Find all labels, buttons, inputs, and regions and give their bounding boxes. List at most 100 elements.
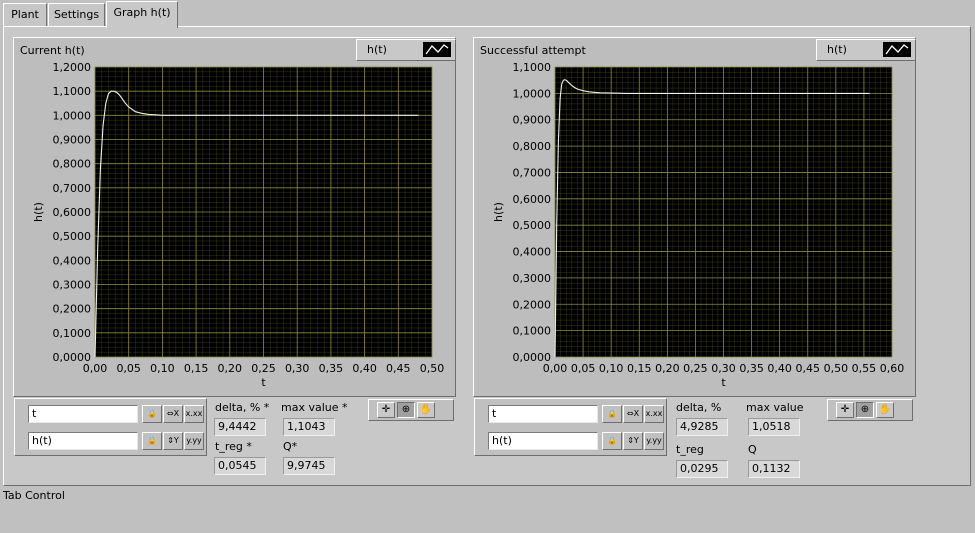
y-tick-label: 0,0000 <box>513 351 552 364</box>
y-tick-label: 0,2000 <box>513 298 552 311</box>
lock-x-icon[interactable]: 🔒 <box>602 405 622 423</box>
autoscale-x-icon[interactable]: ⇔X <box>163 405 183 423</box>
pan-hand-icon[interactable]: ✋ <box>876 402 894 418</box>
x-tick-label: 0,35 <box>319 362 344 375</box>
y-tick-label: 0,5000 <box>53 230 92 243</box>
y-tick-label: 0,1000 <box>53 327 92 340</box>
x-tick-label: 0,25 <box>683 362 708 375</box>
y-axis-label: h(t) <box>492 202 505 222</box>
x-tick-label: 0,35 <box>739 362 764 375</box>
y-tick-label: 0,4000 <box>513 246 552 259</box>
autoscale-y-icon[interactable]: ⇕Y <box>163 432 183 450</box>
t-reg-value: 0,0545 <box>214 457 266 475</box>
delta-label: delta, % <box>676 401 722 414</box>
graph-successful: Successful attempt h(t) 0,00 0,05 0,10 0,15… <box>473 37 916 397</box>
q-label: Q <box>748 443 757 456</box>
max-value-label: max value <box>746 401 804 414</box>
y-tick-label: 0,7000 <box>53 182 92 195</box>
y-tick-label: 0,3000 <box>53 279 92 292</box>
x-tick-label: 0,30 <box>711 362 736 375</box>
x-tick-label: 0,20 <box>218 362 243 375</box>
lock-y-icon[interactable]: 🔒 <box>602 432 622 450</box>
max-value-label: max value * <box>281 401 348 414</box>
x-tick-label: 0,05 <box>571 362 596 375</box>
x-axis-label: t <box>261 376 266 389</box>
cursor-move-icon[interactable]: ✛ <box>377 402 395 418</box>
y-tick-label: 0,5000 <box>513 219 552 232</box>
x-tick-label: 0,50 <box>824 362 849 375</box>
max-value: 1,0518 <box>748 418 800 436</box>
chart-current[interactable]: 0,00 0,05 0,10 0,15 0,20 0,25 0,30 0,35 0,40 0,45… <box>14 60 455 396</box>
legend-label: h(t) <box>367 43 387 56</box>
graph-successful-legend[interactable]: h(t) <box>816 39 916 61</box>
x-tick-label: 0,55 <box>852 362 877 375</box>
graph-current: Current h(t) h(t) 0,00 0,05 0,10 0,15 0,20 0,… <box>13 37 456 397</box>
graph-current-legend[interactable]: h(t) <box>356 39 456 61</box>
y-tick-label: 1,1000 <box>513 61 552 74</box>
y-tick-label: 0,6000 <box>53 206 92 219</box>
format-x-icon[interactable]: x.xx <box>644 405 664 423</box>
scale-x-name-field[interactable]: t <box>28 405 138 423</box>
x-tick-label: 0,45 <box>796 362 821 375</box>
x-tick-label: 0,05 <box>116 362 141 375</box>
x-tick-label: 0,40 <box>352 362 377 375</box>
zoom-icon[interactable]: ⊕ <box>397 402 415 418</box>
scale-y-name-field[interactable]: h(t) <box>488 432 598 450</box>
pan-hand-icon[interactable]: ✋ <box>417 402 435 418</box>
y-tick-label: 0,6000 <box>513 193 552 206</box>
plot-style-icon <box>883 42 911 57</box>
max-value: 1,1043 <box>283 418 335 436</box>
plot-style-icon <box>423 42 451 57</box>
t-reg-label: t_reg * <box>215 440 252 453</box>
y-tick-label: 0,3000 <box>513 272 552 285</box>
scale-legend-successful: t 🔒 ⇔X x.xx h(t) 🔒 ⇕Y y.yy <box>474 398 667 456</box>
cursor-move-icon[interactable]: ✛ <box>836 402 854 418</box>
y-axis-label: h(t) <box>32 202 45 222</box>
autoscale-y-icon[interactable]: ⇕Y <box>623 432 643 450</box>
delta-value: 9,4442 <box>214 418 266 436</box>
format-x-icon[interactable]: x.xx <box>184 405 204 423</box>
t-reg-value: 0,0295 <box>676 460 728 478</box>
x-tick-label: 0,30 <box>285 362 310 375</box>
lock-y-icon[interactable]: 🔒 <box>142 432 162 450</box>
graph-current-title: Current h(t) <box>20 44 85 57</box>
y-tick-label: 1,2000 <box>53 61 92 74</box>
legend-label: h(t) <box>827 43 847 56</box>
x-tick-label: 0,25 <box>251 362 276 375</box>
scale-legend-current: t 🔒 ⇔X x.xx h(t) 🔒 ⇕Y y.yy <box>14 398 207 456</box>
format-y-icon[interactable]: y.yy <box>644 432 664 450</box>
tab-settings[interactable]: Settings <box>48 3 105 27</box>
x-tick-label: 0,60 <box>880 362 905 375</box>
x-tick-label: 0,50 <box>420 362 445 375</box>
tab-plant[interactable]: Plant <box>3 3 47 27</box>
scale-x-name-field[interactable]: t <box>488 405 598 423</box>
scale-y-name-field[interactable]: h(t) <box>28 432 138 450</box>
y-tick-label: 0,8000 <box>53 158 92 171</box>
zoom-icon[interactable]: ⊕ <box>856 402 874 418</box>
y-tick-label: 0,0000 <box>53 351 92 364</box>
lock-x-icon[interactable]: 🔒 <box>142 405 162 423</box>
delta-label: delta, % * <box>215 401 270 414</box>
x-tick-label: 0,15 <box>627 362 652 375</box>
delta-value: 4,9285 <box>676 418 728 436</box>
tab-graph-h[interactable]: Graph h(t) <box>106 1 178 28</box>
y-tick-label: 1,0000 <box>53 109 92 122</box>
x-tick-label: 0,10 <box>150 362 175 375</box>
y-tick-label: 1,0000 <box>513 87 552 100</box>
t-reg-label: t_reg <box>676 443 704 456</box>
format-y-icon[interactable]: y.yy <box>184 432 204 450</box>
y-tick-label: 1,1000 <box>53 85 92 98</box>
q-value: 0,1132 <box>748 460 800 478</box>
tab-control-label: Tab Control <box>3 489 65 502</box>
x-tick-label: 0,10 <box>599 362 624 375</box>
y-tick-label: 0,1000 <box>513 325 552 338</box>
graph-palette-current: ✛ ⊕ ✋ <box>368 399 454 421</box>
autoscale-x-icon[interactable]: ⇔X <box>623 405 643 423</box>
y-tick-label: 0,4000 <box>53 254 92 267</box>
q-value: 9,9745 <box>283 457 335 475</box>
x-tick-label: 0,40 <box>767 362 792 375</box>
x-tick-label: 0,45 <box>386 362 411 375</box>
y-tick-label: 0,7000 <box>513 166 552 179</box>
chart-successful[interactable]: 0,00 0,05 0,10 0,15 0,20 0,25 0,30 0,35 0,40 0,45… <box>474 60 915 396</box>
q-label: Q* <box>283 440 298 453</box>
